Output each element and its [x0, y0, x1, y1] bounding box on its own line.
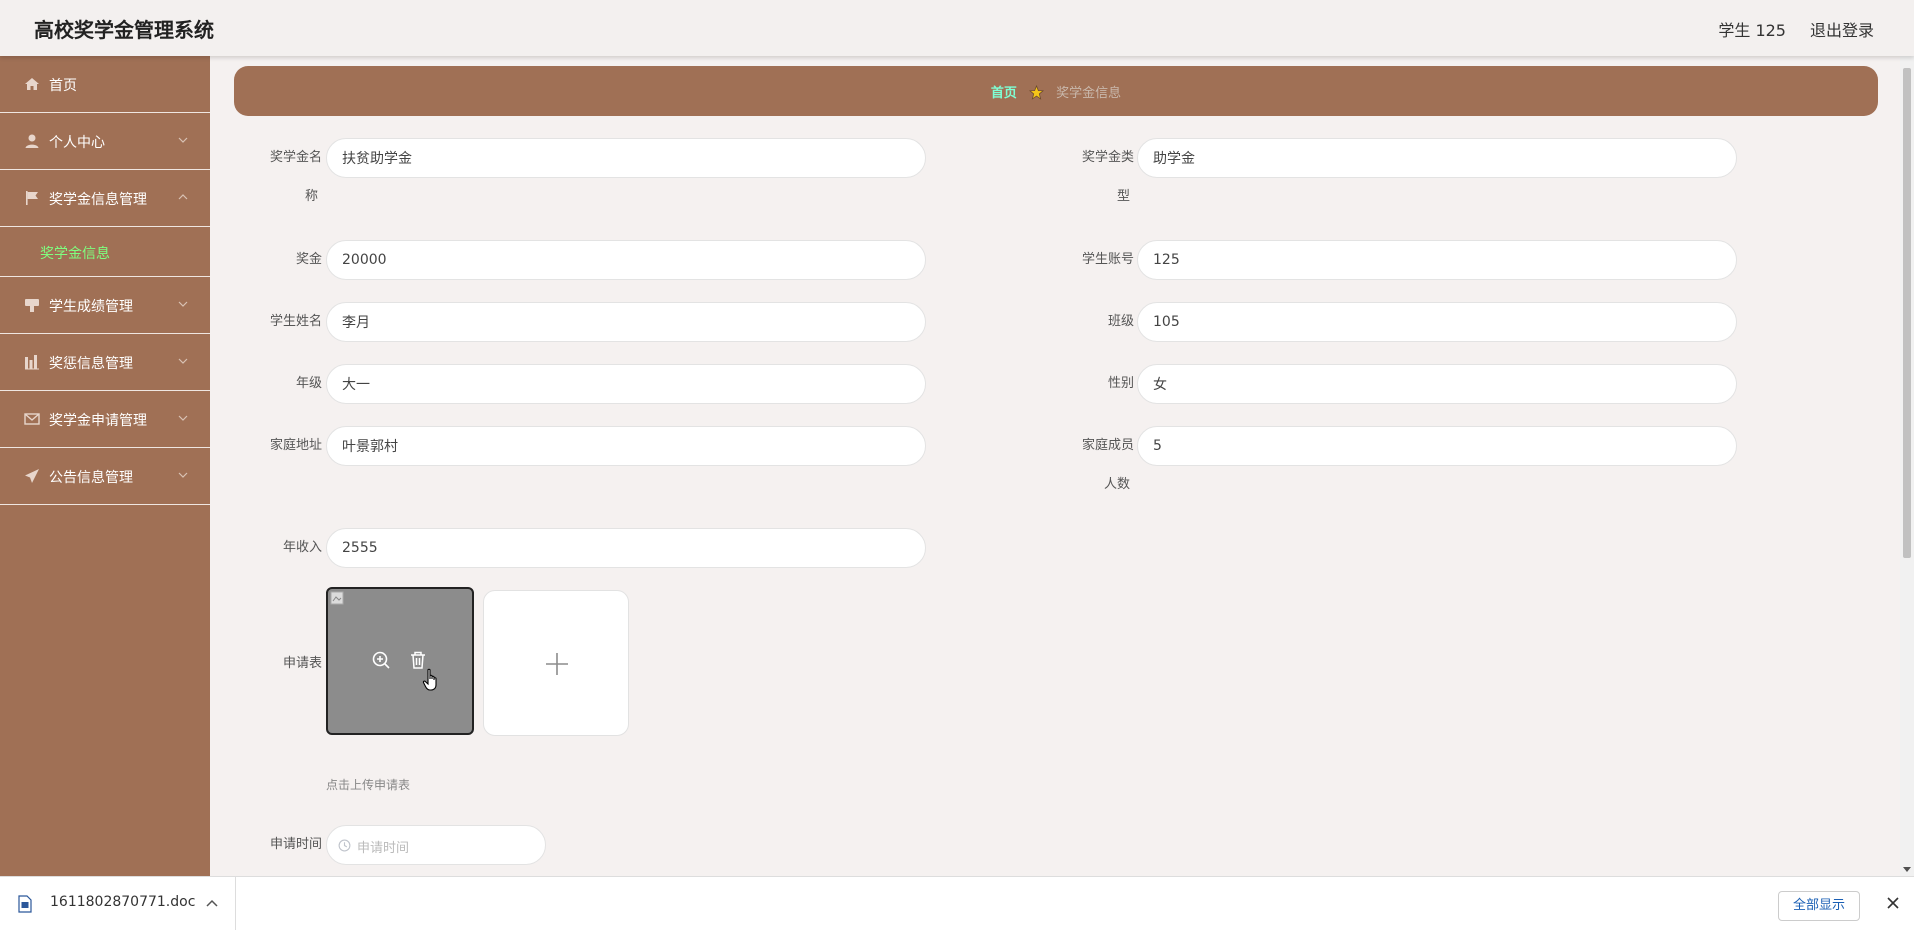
logout-link[interactable]: 退出登录: [1810, 17, 1874, 41]
zoom-in-icon[interactable]: [371, 650, 391, 670]
scholarship-name-input[interactable]: [326, 138, 926, 178]
sidebar-item-label: 奖惩信息管理: [49, 356, 133, 372]
delete-icon[interactable]: [408, 650, 428, 670]
sidebar-item-label: 公告信息管理: [49, 470, 133, 486]
breadcrumb-home[interactable]: 首页: [991, 86, 1017, 101]
chevron-down-icon: [178, 415, 188, 421]
family-members-label: 家庭成员: [1081, 438, 1134, 453]
hand-cursor-icon: [422, 668, 437, 691]
apply-time-placeholder: 申请时间: [357, 841, 410, 856]
sidebar-item-home[interactable]: 首页: [0, 56, 210, 113]
main-content: 首页 奖学金信息 奖学金名 称 奖学金类 型 奖金 学生账号 学生姓名 班级 年…: [210, 56, 1900, 876]
sidebar-item-label: 奖学金信息管理: [49, 192, 147, 208]
sidebar-item-scholarship-application-management[interactable]: 奖学金申请管理: [0, 391, 210, 448]
family-members-label-cont: 人数: [1103, 477, 1130, 492]
grade-input[interactable]: [326, 364, 926, 404]
scholarship-name-label-cont: 称: [304, 189, 318, 204]
sidebar-item-label: 个人中心: [49, 135, 105, 151]
doc-file-icon: [18, 895, 32, 913]
flag-icon: [26, 191, 38, 205]
send-icon: [25, 469, 39, 483]
top-header: 高校奖学金管理系统 学生 125 退出登录: [0, 0, 1914, 56]
sidebar-item-announcement-management[interactable]: 公告信息管理: [0, 448, 210, 505]
address-input[interactable]: [326, 426, 926, 466]
sidebar-item-reward-punishment-management[interactable]: 奖惩信息管理: [0, 334, 210, 391]
grade-label: 年级: [295, 376, 322, 391]
chevron-down-icon: [178, 358, 188, 364]
scholarship-type-label: 奖学金类: [1081, 150, 1134, 165]
mail-icon: [24, 413, 40, 425]
page-scrollbar[interactable]: [1900, 56, 1914, 876]
class-label: 班级: [1107, 314, 1134, 329]
scrollbar-thumb[interactable]: [1903, 68, 1911, 558]
app-title: 高校奖学金管理系统: [34, 18, 214, 42]
application-form-label: 申请表: [282, 656, 322, 671]
download-file-name: 1611802870771.doc: [50, 894, 196, 910]
scroll-down-arrow-icon[interactable]: [1903, 867, 1911, 873]
chevron-down-icon: [178, 301, 188, 307]
chevron-down-icon: [178, 472, 188, 478]
sidebar-item-scholarship-info-management[interactable]: 奖学金信息管理: [0, 170, 210, 227]
user-icon: [25, 134, 39, 148]
breadcrumb: 首页 奖学金信息: [234, 66, 1878, 116]
tablet-icon: [25, 299, 39, 312]
student-account-label: 学生账号: [1081, 252, 1134, 267]
sidebar-item-personal-center[interactable]: 个人中心: [0, 113, 210, 170]
sidebar-item-label: 奖学金申请管理: [49, 413, 147, 429]
sidebar-item-label: 学生成绩管理: [49, 299, 133, 315]
chevron-down-icon: [178, 137, 188, 143]
sidebar: 首页 个人中心 奖学金信息管理 奖学金信息 学生成绩管理 奖惩信息管理 奖学金申…: [0, 56, 210, 876]
annual-income-input[interactable]: [326, 528, 926, 568]
breadcrumb-current: 奖学金信息: [1056, 86, 1122, 101]
student-account-input[interactable]: [1137, 240, 1737, 280]
bonus-input[interactable]: [326, 240, 926, 280]
address-label: 家庭地址: [269, 438, 322, 453]
scholarship-type-input[interactable]: [1137, 138, 1737, 178]
sidebar-item-label: 首页: [49, 78, 77, 94]
download-bar: 1611802870771.doc 全部显示: [0, 876, 1914, 930]
chart-icon: [25, 355, 39, 370]
plus-icon: [546, 653, 568, 675]
student-name-input[interactable]: [326, 302, 926, 342]
home-icon: [25, 78, 39, 90]
show-all-downloads-button[interactable]: 全部显示: [1778, 891, 1860, 921]
student-name-label: 学生姓名: [269, 314, 322, 329]
scholarship-name-label: 奖学金名: [269, 150, 322, 165]
star-icon: [1029, 85, 1044, 100]
sidebar-subitem-scholarship-info[interactable]: 奖学金信息: [0, 227, 210, 277]
chevron-up-icon: [178, 194, 188, 200]
current-user: 学生 125: [1718, 21, 1786, 40]
broken-image-icon: [330, 591, 344, 605]
apply-time-label: 申请时间: [269, 837, 322, 852]
close-icon[interactable]: [1886, 896, 1900, 910]
sidebar-subitem-label: 奖学金信息: [40, 246, 110, 262]
upload-add-button[interactable]: [483, 590, 629, 736]
sidebar-item-grade-management[interactable]: 学生成绩管理: [0, 277, 210, 334]
gender-input[interactable]: [1137, 364, 1737, 404]
chevron-up-icon[interactable]: [206, 898, 218, 908]
uploaded-file-thumbnail[interactable]: [326, 587, 474, 735]
annual-income-label: 年收入: [282, 540, 322, 555]
family-members-input[interactable]: [1137, 426, 1737, 466]
download-item[interactable]: 1611802870771.doc: [0, 877, 236, 930]
scholarship-type-label-cont: 型: [1116, 189, 1130, 204]
clock-icon: [338, 839, 351, 852]
bonus-label: 奖金: [295, 252, 322, 267]
apply-time-picker[interactable]: 申请时间: [326, 825, 546, 865]
class-input[interactable]: [1137, 302, 1737, 342]
upload-tip: 点击上传申请表: [326, 778, 411, 792]
gender-label: 性别: [1107, 376, 1134, 391]
